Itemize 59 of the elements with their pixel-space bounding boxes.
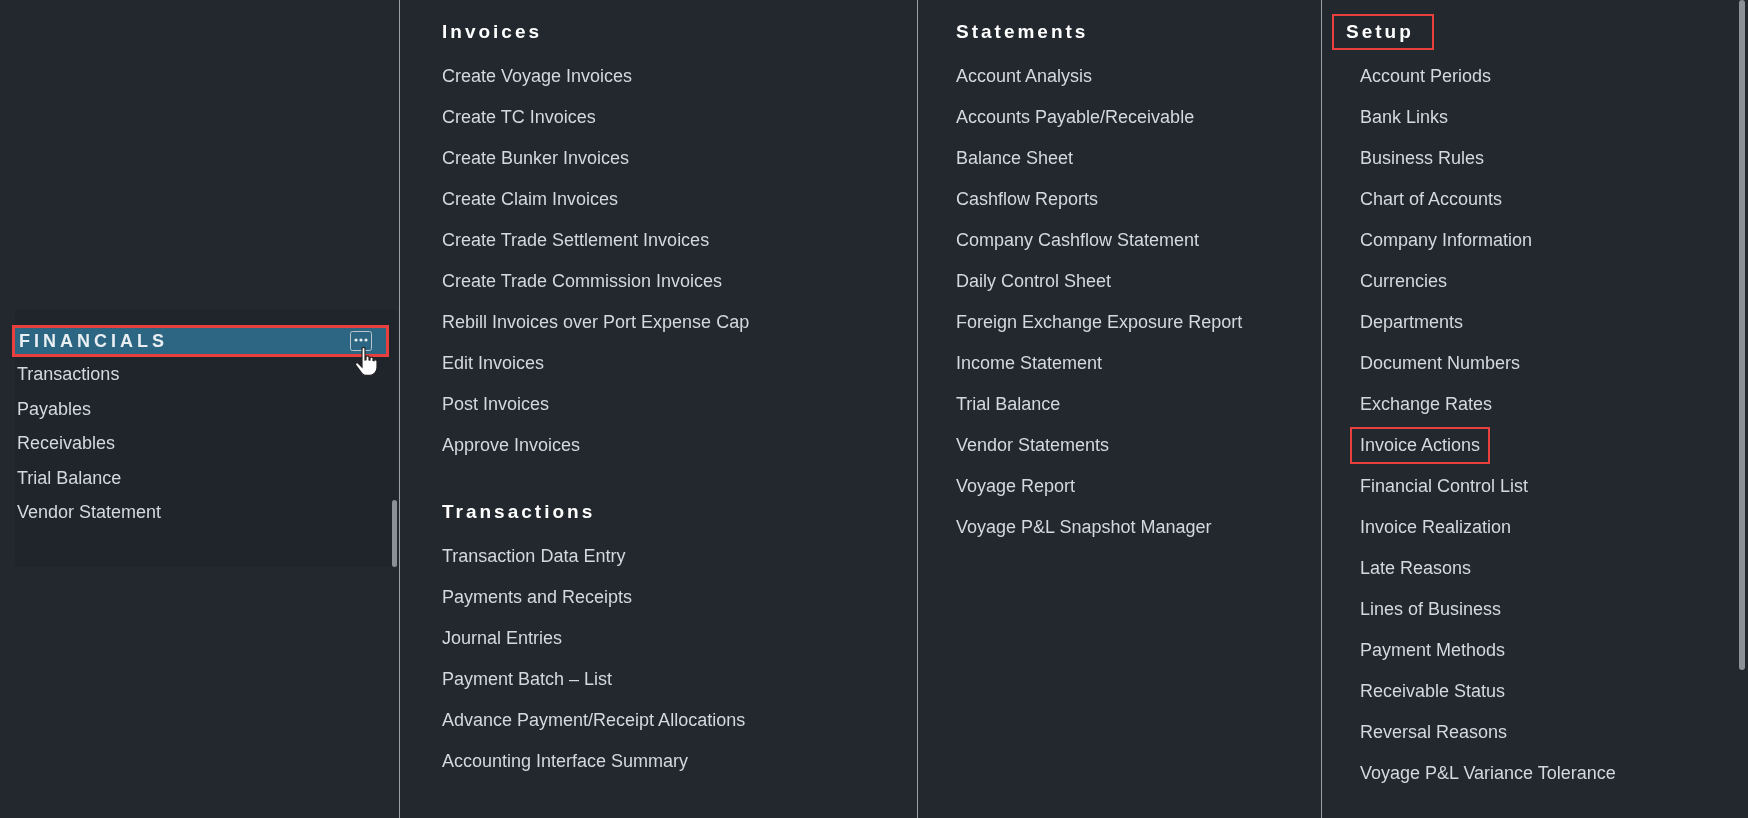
menu-link[interactable]: Bank Links bbox=[1350, 99, 1459, 136]
sidebar-item[interactable]: Receivables bbox=[15, 426, 116, 461]
menu-link[interactable]: Balance Sheet bbox=[946, 140, 1084, 177]
menu-link[interactable]: Daily Control Sheet bbox=[946, 263, 1122, 300]
menu-link[interactable]: Foreign Exchange Exposure Report bbox=[946, 304, 1253, 341]
menu-link[interactable]: Reversal Reasons bbox=[1350, 714, 1518, 751]
menu-link[interactable]: Receivable Status bbox=[1350, 673, 1516, 710]
menu-link[interactable]: Company Cashflow Statement bbox=[946, 222, 1210, 259]
menu-link[interactable]: Payments and Receipts bbox=[432, 579, 643, 616]
menu-link[interactable]: Create Voyage Invoices bbox=[432, 58, 643, 95]
menu-link[interactable]: Business Rules bbox=[1350, 140, 1495, 177]
sidebar-item[interactable]: Vendor Statement bbox=[15, 495, 162, 530]
menu-link[interactable]: Edit Invoices bbox=[432, 345, 555, 382]
menu-link[interactable]: Create Trade Settlement Invoices bbox=[432, 222, 720, 259]
menu-link[interactable]: Currencies bbox=[1350, 263, 1458, 300]
sidebar-item[interactable]: Payables bbox=[15, 391, 92, 426]
menu-link[interactable]: Late Reasons bbox=[1350, 550, 1482, 587]
sidebar-item[interactable]: Transactions bbox=[15, 357, 120, 392]
menu-link[interactable]: Financial Control List bbox=[1350, 468, 1539, 505]
menu-link[interactable]: Create TC Invoices bbox=[432, 99, 606, 136]
menu-link[interactable]: Lines of Business bbox=[1350, 591, 1512, 628]
menu-link[interactable]: Chart of Accounts bbox=[1350, 181, 1513, 218]
section-heading: Statements bbox=[955, 20, 1090, 44]
scrollbar[interactable] bbox=[1739, 0, 1745, 670]
menu-link[interactable]: Payment Batch – List bbox=[432, 661, 623, 698]
menu-link[interactable]: Rebill Invoices over Port Expense Cap bbox=[432, 304, 760, 341]
menu-link[interactable]: Payment Methods bbox=[1350, 632, 1516, 669]
scrollbar[interactable] bbox=[392, 500, 397, 567]
menu-link[interactable]: Accounting Interface Summary bbox=[432, 743, 699, 780]
menu-link[interactable]: Cashflow Reports bbox=[946, 181, 1109, 218]
menu-link[interactable]: Invoice Realization bbox=[1350, 509, 1522, 546]
menu-link[interactable]: Departments bbox=[1350, 304, 1474, 341]
menu-link[interactable]: Journal Entries bbox=[432, 620, 573, 657]
section-heading: Transactions bbox=[441, 500, 597, 524]
menu-link[interactable]: Vendor Statements bbox=[946, 427, 1120, 464]
sidebar-item[interactable]: Trial Balance bbox=[15, 460, 122, 495]
menu-link[interactable]: Voyage P&L Variance Tolerance bbox=[1350, 755, 1626, 792]
menu-link[interactable]: Trial Balance bbox=[946, 386, 1071, 423]
menu-link[interactable]: Company Information bbox=[1350, 222, 1543, 259]
hand-cursor-icon bbox=[354, 346, 380, 378]
menu-link[interactable]: Accounts Payable/Receivable bbox=[946, 99, 1205, 136]
menu-link[interactable]: Post Invoices bbox=[432, 386, 560, 423]
section-title: FINANCIALS bbox=[19, 330, 168, 352]
section-heading: Setup bbox=[1332, 14, 1434, 50]
menu-link[interactable]: Document Numbers bbox=[1350, 345, 1531, 382]
menu-link[interactable]: Account Analysis bbox=[946, 58, 1103, 95]
menu-link[interactable]: Voyage Report bbox=[946, 468, 1086, 505]
menu-link[interactable]: Transaction Data Entry bbox=[432, 538, 636, 575]
section-heading: Invoices bbox=[441, 20, 544, 44]
menu-link[interactable]: Approve Invoices bbox=[432, 427, 591, 464]
menu-link[interactable]: Advance Payment/Receipt Allocations bbox=[432, 702, 756, 739]
menu-link[interactable]: Income Statement bbox=[946, 345, 1113, 382]
menu-link[interactable]: Create Trade Commission Invoices bbox=[432, 263, 733, 300]
menu-link[interactable]: Create Claim Invoices bbox=[432, 181, 629, 218]
menu-link[interactable]: Create Bunker Invoices bbox=[432, 140, 640, 177]
menu-link[interactable]: Exchange Rates bbox=[1350, 386, 1503, 423]
menu-link[interactable]: Invoice Actions bbox=[1350, 427, 1491, 464]
menu-link[interactable]: Account Periods bbox=[1350, 58, 1502, 95]
menu-link[interactable]: Voyage P&L Snapshot Manager bbox=[946, 509, 1222, 546]
